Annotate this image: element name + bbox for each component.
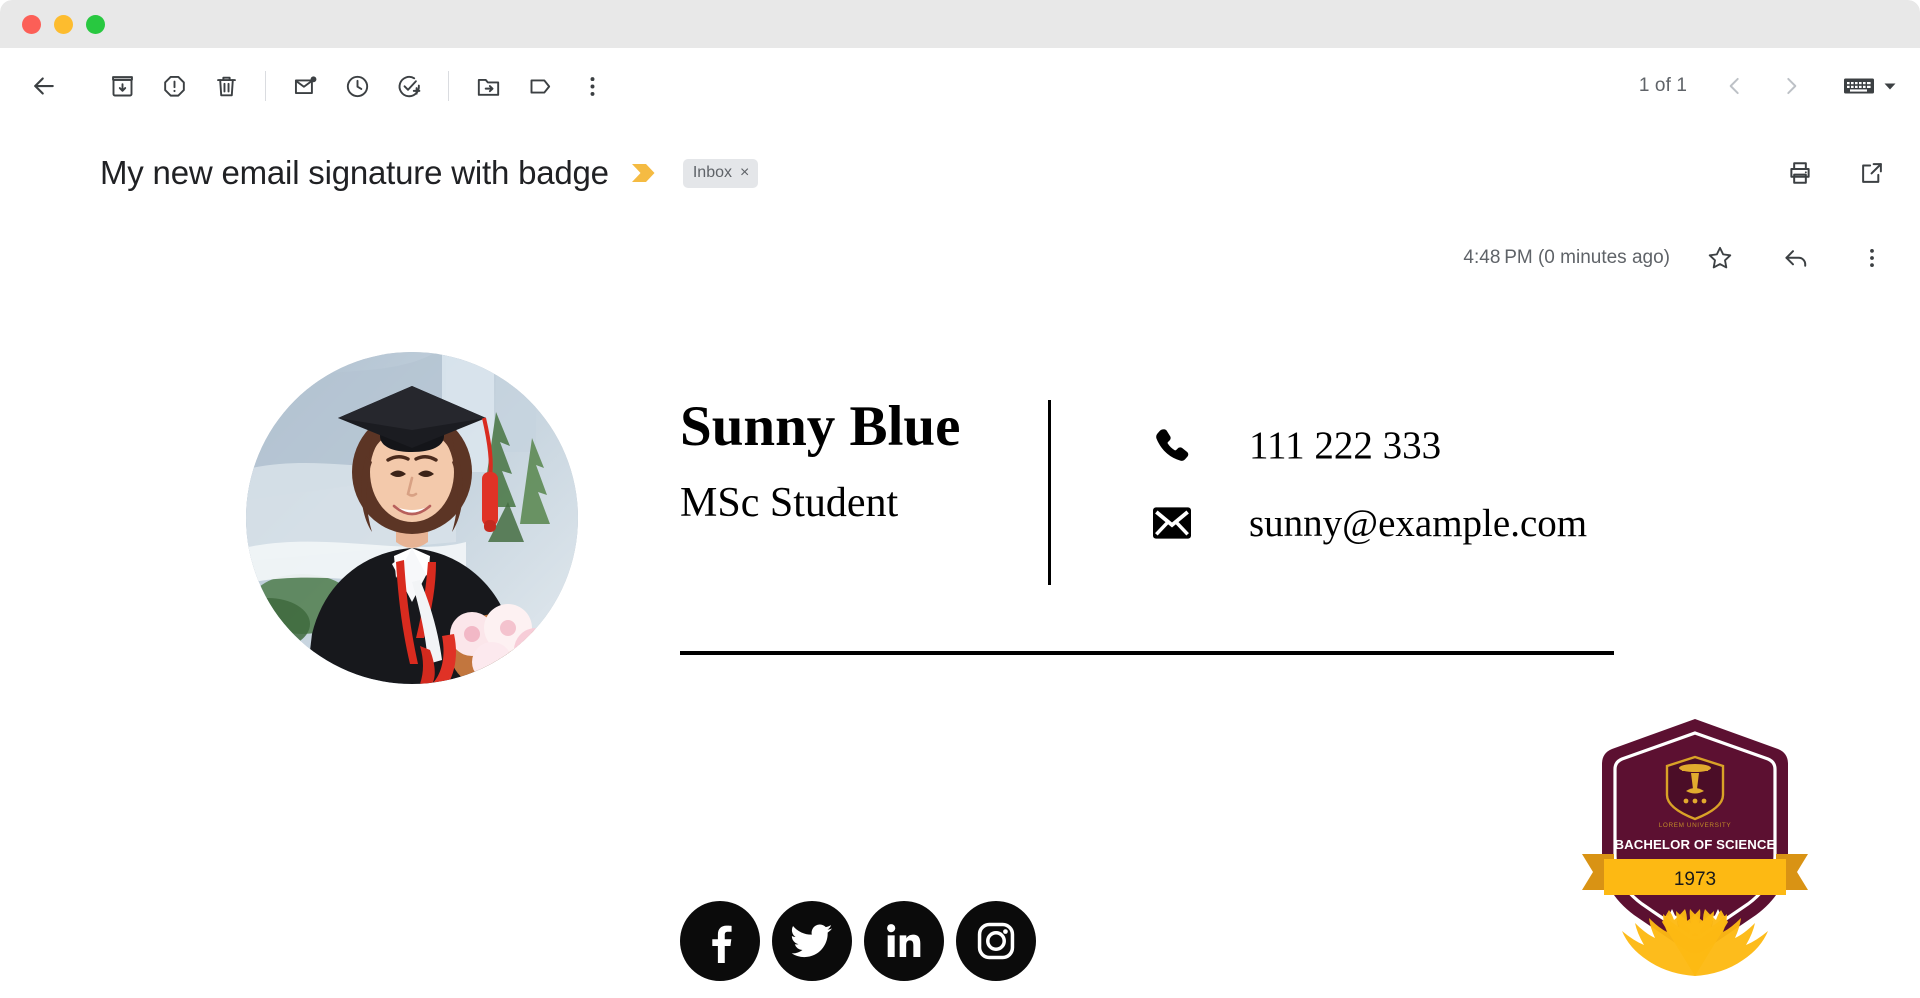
open-in-new-window-button[interactable] [1846,147,1898,199]
print-button[interactable] [1774,147,1826,199]
horizontal-divider [680,651,1614,655]
instagram-icon [977,922,1015,960]
facebook-link[interactable] [680,901,760,981]
instagram-link[interactable] [956,901,1036,981]
badge-degree-text: BACHELOR OF SCIENCE [1615,837,1776,852]
star-icon [1708,246,1732,269]
delete-button[interactable] [200,60,252,112]
signature-name: Sunny Blue [680,395,961,458]
signature-bottom-row: LOREM UNIVERSITY BACHELOR OF SCIENCE 197… [640,713,1820,981]
university-badge: LOREM UNIVERSITY BACHELOR OF SCIENCE 197… [1570,713,1820,981]
identity-block: Sunny Blue MSc Student [640,395,1048,527]
vertical-divider [1048,400,1051,585]
report-spam-button[interactable] [148,60,200,112]
archive-icon [111,75,133,96]
signature-top-row: Sunny Blue MSc Student 111 222 333 sunny… [640,395,1820,585]
social-links [680,901,1036,981]
chevron-right-icon [1787,77,1797,95]
print-icon [1790,162,1810,184]
window-maximize-button[interactable] [86,14,105,34]
add-task-icon [398,75,420,97]
open-in-new-icon [1862,163,1882,183]
crest-emblem-icon [1665,755,1725,821]
linkedin-link[interactable] [864,901,944,981]
twitter-link[interactable] [772,901,852,981]
back-button[interactable] [18,60,70,112]
message-timestamp: 4:48 PM (0 minutes ago) [1463,247,1670,268]
message-meta-row: 4:48 PM (0 minutes ago) [0,234,1920,282]
contact-row-phone: 111 222 333 [1149,406,1587,484]
phone-number[interactable]: 111 222 333 [1249,423,1441,468]
important-marker-icon[interactable] [631,162,657,184]
email-signature: Sunny Blue MSc Student 111 222 333 sunny… [0,352,1920,981]
phone-icon [1149,425,1195,465]
browser-window: 1 of 1 My new email signature with badge… [0,0,1920,998]
label-tag-icon [530,78,550,94]
chevron-down-icon [1884,83,1896,90]
back-arrow-icon [34,77,54,95]
more-vertical-icon [1870,248,1874,268]
twitter-icon [791,924,833,958]
archive-button[interactable] [96,60,148,112]
label-chip-text: Inbox [692,163,732,181]
more-options-button[interactable] [566,60,618,112]
email-address[interactable]: sunny@example.com [1249,501,1587,546]
window-close-button[interactable] [22,14,41,34]
toolbar-actions-right: 1 of 1 [1639,60,1898,112]
envelope-glyph [1153,507,1191,539]
report-spam-icon [163,75,185,97]
linkedin-icon [887,924,921,957]
mark-unread-icon [294,75,316,94]
toolbar-divider [448,71,449,101]
older-message-button[interactable] [1765,60,1817,112]
toolbar-actions-left [18,60,618,112]
label-chip-remove-icon[interactable]: × [740,164,749,181]
keyboard-icon [1844,78,1874,94]
window-titlebar [0,0,1920,48]
more-vertical-icon [590,76,594,96]
move-to-button[interactable] [462,60,514,112]
facebook-icon [712,925,732,963]
newer-message-button[interactable] [1709,60,1761,112]
chevron-left-icon [1729,77,1739,95]
page-counter: 1 of 1 [1638,75,1687,96]
badge-year-text: 1973 [1674,869,1716,890]
mark-unread-button[interactable] [279,60,331,112]
labels-button[interactable] [514,60,566,112]
subject-row: My new email signature with badge Inbox … [0,138,1920,208]
avatar [246,352,578,684]
page-title: My new email signature with badge [100,154,609,191]
email-toolbar: 1 of 1 [0,48,1920,124]
trash-icon [216,76,236,96]
email-body: Sunny Blue MSc Student 111 222 333 sunny… [0,282,1920,981]
badge-graphic: LOREM UNIVERSITY BACHELOR OF SCIENCE 197… [1582,719,1808,976]
subject-actions [1774,147,1898,199]
phone-glyph [1156,429,1189,461]
signature-role: MSc Student [680,479,899,526]
envelope-icon [1149,506,1195,540]
graduate-photo-illustration [246,352,578,684]
snooze-button[interactable] [331,60,383,112]
label-chip-inbox[interactable]: Inbox × [682,158,759,188]
reply-button[interactable] [1770,232,1822,284]
signature-details: Sunny Blue MSc Student 111 222 333 sunny… [640,352,1820,981]
input-tools-button[interactable] [1843,74,1898,98]
window-minimize-button[interactable] [54,14,73,34]
add-to-tasks-button[interactable] [383,60,435,112]
contact-list: 111 222 333 sunny@example.com [1149,396,1587,562]
move-to-folder-icon [477,78,499,96]
reply-arrow-icon [1785,250,1807,267]
clock-icon [346,75,368,97]
contact-row-email: sunny@example.com [1149,484,1587,562]
crest-caption: LOREM UNIVERSITY [1659,822,1732,829]
toolbar-divider [265,71,266,101]
star-button[interactable] [1694,232,1746,284]
message-more-button[interactable] [1846,232,1898,284]
